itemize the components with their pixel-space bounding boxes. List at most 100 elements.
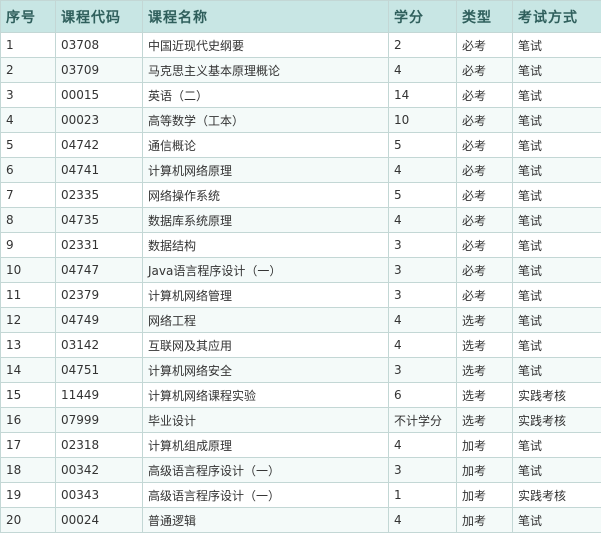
- cell-index: 16: [0, 407, 56, 433]
- cell-type: 选考: [456, 382, 513, 408]
- cell-credits: 14: [388, 82, 457, 108]
- cell-course-name: 毕业设计: [142, 407, 389, 433]
- cell-exam-method: 笔试: [512, 157, 601, 183]
- cell-index: 10: [0, 257, 56, 283]
- cell-exam-method: 笔试: [512, 232, 601, 258]
- cell-credits: 3: [388, 257, 457, 283]
- cell-type: 必考: [456, 82, 513, 108]
- cell-credits: 4: [388, 57, 457, 83]
- cell-exam-method: 笔试: [512, 82, 601, 108]
- cell-course-code: 00024: [55, 507, 143, 533]
- cell-exam-method: 笔试: [512, 357, 601, 383]
- cell-credits: 4: [388, 332, 457, 358]
- cell-index: 15: [0, 382, 56, 408]
- cell-index: 2: [0, 57, 56, 83]
- cell-course-name: 计算机网络原理: [142, 157, 389, 183]
- header-exam-method: 考试方式: [512, 0, 601, 33]
- cell-credits: 5: [388, 132, 457, 158]
- cell-exam-method: 笔试: [512, 57, 601, 83]
- cell-course-name: 通信概论: [142, 132, 389, 158]
- cell-type: 加考: [456, 482, 513, 508]
- table-row: 5 04742 通信概论 5 必考 笔试: [0, 132, 601, 158]
- table-row: 19 00343 高级语言程序设计（一） 1 加考 实践考核: [0, 482, 601, 508]
- cell-exam-method: 笔试: [512, 257, 601, 283]
- cell-credits: 4: [388, 207, 457, 233]
- cell-exam-method: 笔试: [512, 457, 601, 483]
- cell-exam-method: 笔试: [512, 332, 601, 358]
- cell-exam-method: 实践考核: [512, 482, 601, 508]
- table-row: 14 04751 计算机网络安全 3 选考 笔试: [0, 357, 601, 383]
- cell-exam-method: 笔试: [512, 132, 601, 158]
- cell-course-name: 计算机网络课程实验: [142, 382, 389, 408]
- cell-type: 加考: [456, 507, 513, 533]
- cell-type: 选考: [456, 407, 513, 433]
- cell-credits: 4: [388, 157, 457, 183]
- cell-course-name: 英语（二）: [142, 82, 389, 108]
- cell-course-name: Java语言程序设计（一）: [142, 257, 389, 283]
- cell-credits: 不计学分: [388, 407, 457, 433]
- table-row: 15 11449 计算机网络课程实验 6 选考 实践考核: [0, 382, 601, 408]
- cell-credits: 1: [388, 482, 457, 508]
- table-row: 11 02379 计算机网络管理 3 必考 笔试: [0, 282, 601, 308]
- header-type: 类型: [456, 0, 513, 33]
- table-row: 2 03709 马克思主义基本原理概论 4 必考 笔试: [0, 57, 601, 83]
- table-row: 8 04735 数据库系统原理 4 必考 笔试: [0, 207, 601, 233]
- cell-index: 9: [0, 232, 56, 258]
- cell-course-code: 02379: [55, 282, 143, 308]
- header-row: 序号 课程代码 课程名称 学分 类型 考试方式: [0, 0, 601, 33]
- cell-credits: 6: [388, 382, 457, 408]
- cell-course-code: 03142: [55, 332, 143, 358]
- cell-exam-method: 笔试: [512, 32, 601, 58]
- cell-type: 加考: [456, 432, 513, 458]
- cell-index: 13: [0, 332, 56, 358]
- cell-course-code: 04742: [55, 132, 143, 158]
- cell-index: 12: [0, 307, 56, 333]
- table-row: 12 04749 网络工程 4 选考 笔试: [0, 307, 601, 333]
- cell-exam-method: 笔试: [512, 307, 601, 333]
- cell-index: 18: [0, 457, 56, 483]
- cell-course-code: 00015: [55, 82, 143, 108]
- table-row: 16 07999 毕业设计 不计学分 选考 实践考核: [0, 407, 601, 433]
- cell-index: 3: [0, 82, 56, 108]
- cell-credits: 4: [388, 507, 457, 533]
- cell-course-name: 中国近现代史纲要: [142, 32, 389, 58]
- cell-index: 6: [0, 157, 56, 183]
- cell-course-code: 11449: [55, 382, 143, 408]
- cell-course-name: 普通逻辑: [142, 507, 389, 533]
- cell-course-code: 04735: [55, 207, 143, 233]
- cell-credits: 3: [388, 232, 457, 258]
- cell-index: 11: [0, 282, 56, 308]
- cell-course-name: 数据库系统原理: [142, 207, 389, 233]
- table-row: 1 03708 中国近现代史纲要 2 必考 笔试: [0, 32, 601, 58]
- cell-index: 1: [0, 32, 56, 58]
- header-credits: 学分: [388, 0, 457, 33]
- table-row: 3 00015 英语（二） 14 必考 笔试: [0, 82, 601, 108]
- cell-exam-method: 笔试: [512, 507, 601, 533]
- cell-course-code: 03708: [55, 32, 143, 58]
- cell-type: 必考: [456, 182, 513, 208]
- cell-credits: 3: [388, 357, 457, 383]
- cell-exam-method: 笔试: [512, 182, 601, 208]
- cell-course-name: 计算机网络管理: [142, 282, 389, 308]
- cell-exam-method: 笔试: [512, 282, 601, 308]
- cell-credits: 4: [388, 307, 457, 333]
- table-row: 9 02331 数据结构 3 必考 笔试: [0, 232, 601, 258]
- cell-course-name: 数据结构: [142, 232, 389, 258]
- header-course-code: 课程代码: [55, 0, 143, 33]
- table-row: 4 00023 高等数学（工本） 10 必考 笔试: [0, 107, 601, 133]
- cell-index: 8: [0, 207, 56, 233]
- cell-type: 选考: [456, 332, 513, 358]
- cell-credits: 4: [388, 432, 457, 458]
- table-body: 1 03708 中国近现代史纲要 2 必考 笔试 2 03709 马克思主义基本原理概论 4 必考笔…: [0, 32, 601, 533]
- cell-course-name: 网络操作系统: [142, 182, 389, 208]
- cell-course-code: 07999: [55, 407, 143, 433]
- table-row: 10 04747 Java语言程序设计（一） 3 必考 笔试: [0, 257, 601, 283]
- cell-type: 必考: [456, 32, 513, 58]
- cell-index: 5: [0, 132, 56, 158]
- cell-exam-method: 笔试: [512, 432, 601, 458]
- table-row: 13 03142 互联网及其应用 4 选考 笔试: [0, 332, 601, 358]
- cell-index: 17: [0, 432, 56, 458]
- cell-credits: 3: [388, 457, 457, 483]
- cell-course-name: 互联网及其应用: [142, 332, 389, 358]
- cell-credits: 5: [388, 182, 457, 208]
